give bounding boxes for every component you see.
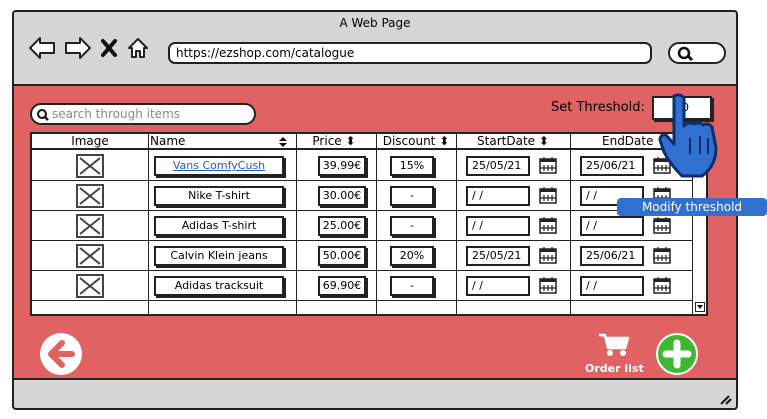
header-price-label: Price xyxy=(312,134,342,148)
start-date-field[interactable]: / / xyxy=(466,186,530,206)
sort-icon: ⬍ xyxy=(538,134,549,148)
stop-icon[interactable] xyxy=(100,38,118,58)
end-date-field[interactable]: / / xyxy=(580,216,644,236)
discount-field[interactable]: - xyxy=(390,216,434,236)
header-price[interactable]: Price ⬍ xyxy=(302,134,366,150)
start-date-field[interactable]: / / xyxy=(466,276,530,296)
header-discount[interactable]: Discount ⬍ xyxy=(378,134,454,150)
discount-field[interactable]: 15% xyxy=(390,156,434,176)
end-date-field[interactable]: 25/06/21 xyxy=(580,156,644,176)
end-date-field[interactable]: / / xyxy=(580,276,644,296)
hand-pointer-icon xyxy=(654,92,724,188)
sort-icon[interactable] xyxy=(278,136,288,148)
price-field[interactable]: 30.00€ xyxy=(318,186,366,206)
price-field[interactable]: 69.90€ xyxy=(318,276,366,296)
calendar-icon[interactable] xyxy=(538,155,558,175)
image-placeholder-icon xyxy=(76,244,104,268)
header-name-label: Name xyxy=(150,134,186,148)
image-placeholder-icon xyxy=(76,184,104,208)
sort-icon: ⬍ xyxy=(439,134,450,148)
calendar-icon[interactable] xyxy=(538,185,558,205)
item-name-button[interactable]: Calvin Klein jeans xyxy=(154,246,284,266)
url-bar[interactable]: https://ezshop.com/catalogue xyxy=(168,42,652,64)
search-input[interactable]: search through items xyxy=(30,103,256,125)
price-field[interactable]: 25.00€ xyxy=(318,216,366,236)
sort-icon: ⬍ xyxy=(345,134,356,148)
calendar-icon[interactable] xyxy=(538,275,558,295)
calendar-icon[interactable] xyxy=(538,245,558,265)
calendar-icon[interactable] xyxy=(652,215,672,235)
calendar-icon[interactable] xyxy=(652,275,672,295)
price-field[interactable]: 50.00€ xyxy=(318,246,366,266)
header-discount-label: Discount xyxy=(382,134,436,148)
back-button[interactable] xyxy=(40,333,82,375)
image-placeholder-icon xyxy=(76,214,104,238)
search-icon xyxy=(37,109,49,121)
order-list-label: Order list xyxy=(585,362,644,375)
back-arrow-icon xyxy=(48,340,75,368)
discount-field[interactable]: 20% xyxy=(390,246,434,266)
item-name-button[interactable]: Nike T-shirt xyxy=(154,186,284,206)
add-icon xyxy=(662,339,692,369)
end-date-field[interactable]: 25/06/21 xyxy=(580,246,644,266)
start-date-field[interactable]: 25/05/21 xyxy=(466,156,530,176)
image-placeholder-icon xyxy=(76,154,104,178)
table-header: Image Name Price ⬍ Discount ⬍ StartDate … xyxy=(32,134,706,150)
page-content: search through items Set Threshold: 10 I… xyxy=(14,84,736,380)
header-name[interactable]: Name xyxy=(150,134,290,150)
start-date-field[interactable]: 25/05/21 xyxy=(466,246,530,266)
header-image: Image xyxy=(71,134,109,148)
window-title: A Web Page xyxy=(339,16,411,30)
search-icon xyxy=(677,46,694,62)
nav-buttons xyxy=(28,36,150,60)
items-table: Image Name Price ⬍ Discount ⬍ StartDate … xyxy=(30,132,708,316)
scroll-down-icon[interactable] xyxy=(695,302,705,312)
threshold-tooltip: Modify threshold xyxy=(617,198,767,216)
forward-arrow-icon[interactable] xyxy=(64,36,92,60)
calendar-icon[interactable] xyxy=(652,245,672,265)
image-placeholder-icon xyxy=(76,274,104,298)
add-item-button[interactable] xyxy=(656,333,698,375)
cart-icon xyxy=(599,333,630,356)
calendar-icon[interactable] xyxy=(538,215,558,235)
start-date-field[interactable]: / / xyxy=(466,216,530,236)
header-start-label: StartDate xyxy=(477,134,536,148)
threshold-label: Set Threshold: xyxy=(551,100,645,115)
header-start-date[interactable]: StartDate ⬍ xyxy=(458,134,568,150)
header-end-label: EndDate xyxy=(602,134,654,148)
item-name-button[interactable]: Vans ComfyCush xyxy=(154,156,284,176)
discount-field[interactable]: - xyxy=(390,276,434,296)
status-bar xyxy=(14,386,736,408)
back-arrow-icon[interactable] xyxy=(28,36,56,60)
resize-grip-icon[interactable] xyxy=(716,391,732,405)
discount-field[interactable]: - xyxy=(390,186,434,206)
home-icon[interactable] xyxy=(126,36,150,60)
order-list-button[interactable]: Order list xyxy=(585,332,644,375)
item-name-button[interactable]: Adidas T-shirt xyxy=(154,216,284,236)
price-field[interactable]: 39.99€ xyxy=(318,156,366,176)
item-name-button[interactable]: Adidas tracksuit xyxy=(154,276,284,296)
search-placeholder: search through items xyxy=(52,107,181,121)
browser-search-field[interactable] xyxy=(668,42,726,64)
